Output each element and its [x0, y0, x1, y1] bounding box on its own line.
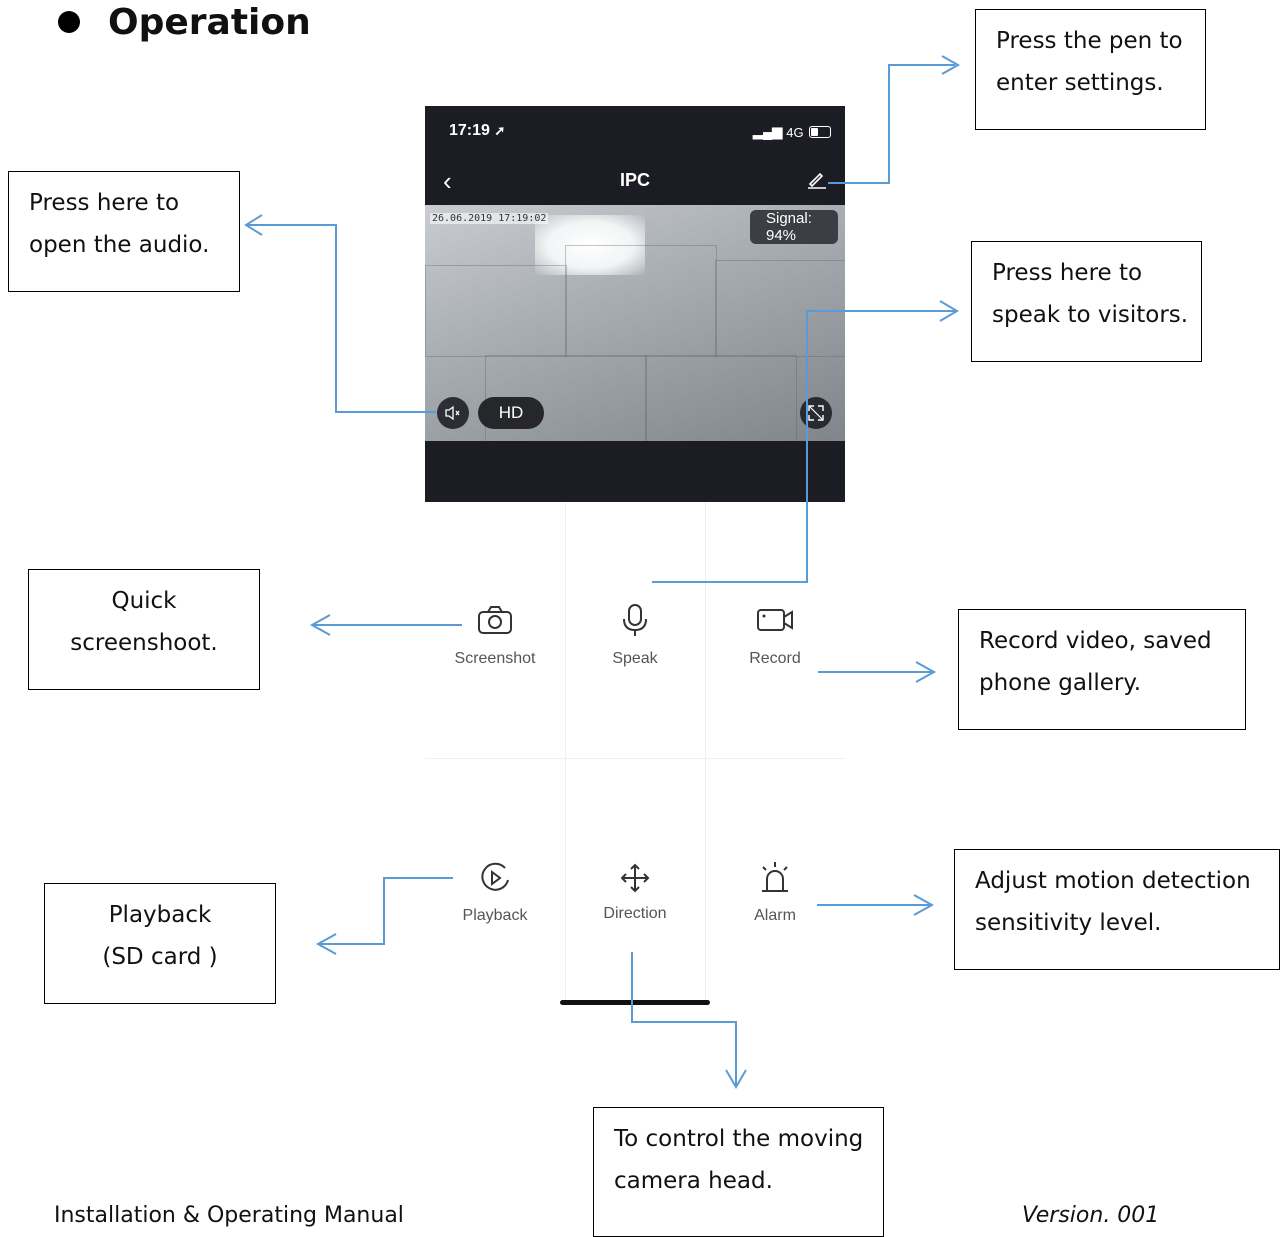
callout-record-line1: Record video, saved — [979, 628, 1212, 654]
callout-playback-line1: Playback — [108, 902, 212, 928]
callout-settings-line2: enter settings. — [996, 70, 1164, 96]
footer-manual-title: Installation & Operating Manual — [54, 1203, 404, 1228]
callout-screenshot-line2: screenshoot. — [70, 630, 218, 656]
callout-alarm: Adjust motion detection sensitivity leve… — [954, 849, 1280, 970]
callout-direction: To control the moving camera head. — [593, 1107, 884, 1237]
callout-screenshot: Quick screenshoot. — [28, 569, 260, 690]
callout-audio-line2: open the audio. — [29, 232, 210, 258]
callout-speak-line2: speak to visitors. — [992, 302, 1189, 328]
callout-audio: Press here to open the audio. — [8, 171, 240, 292]
callout-playback-line2: (SD card ) — [102, 944, 218, 970]
callout-settings-line1: Press the pen to — [996, 28, 1183, 54]
callout-alarm-line2: sensitivity level. — [975, 910, 1162, 936]
callout-speak: Press here to speak to visitors. — [971, 241, 1202, 362]
callout-record-line2: phone gallery. — [979, 670, 1142, 696]
callout-alarm-line1: Adjust motion detection — [975, 868, 1251, 894]
callout-playback: Playback (SD card ) — [44, 883, 276, 1004]
footer-version: Version. 001 — [1022, 1203, 1160, 1228]
callout-settings: Press the pen to enter settings. — [975, 9, 1206, 130]
callout-direction-line2: camera head. — [614, 1168, 773, 1194]
callout-record: Record video, saved phone gallery. — [958, 609, 1246, 730]
callout-speak-line1: Press here to — [992, 260, 1143, 286]
callout-screenshot-line1: Quick — [111, 588, 177, 614]
callout-direction-line1: To control the moving — [614, 1126, 864, 1152]
callout-audio-line1: Press here to — [29, 190, 180, 216]
